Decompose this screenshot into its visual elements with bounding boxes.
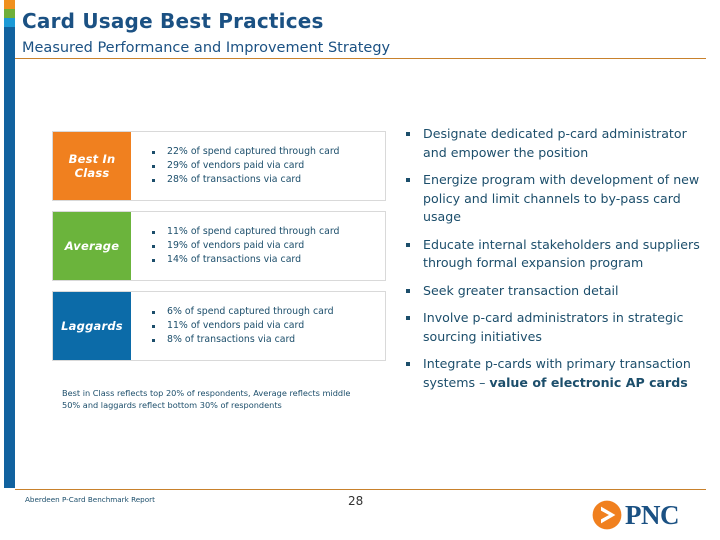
metric-item: 19% of vendors paid via card (145, 239, 385, 253)
table-row: Laggards 6% of spend captured through ca… (52, 291, 386, 361)
pnc-arrow-icon (592, 500, 622, 530)
table-footnote: Best in Class reflects top 20% of respon… (62, 388, 351, 410)
row-label-line2: Class (74, 166, 110, 180)
row-metrics-average: 11% of spend captured through card 19% o… (131, 212, 385, 280)
accent-segment-green (4, 9, 15, 18)
metric-item: 22% of spend captured through card (145, 145, 385, 159)
source-citation: Aberdeen P-Card Benchmark Report (25, 495, 155, 504)
accent-segment-cyan (4, 18, 15, 27)
table-row: Average 11% of spend captured through ca… (52, 211, 386, 281)
row-label-average: Average (53, 212, 131, 280)
metric-item: 8% of transactions via card (145, 333, 385, 347)
metric-item: 11% of vendors paid via card (145, 319, 385, 333)
metric-item: 28% of transactions via card (145, 173, 385, 187)
row-label-line1: Laggards (61, 318, 123, 333)
slide-subtitle: Measured Performance and Improvement Str… (22, 40, 391, 56)
page-number: 28 (348, 494, 364, 508)
recommendation-item: Energize program with development of new… (400, 171, 700, 227)
row-metrics-best-in-class: 22% of spend captured through card 29% o… (131, 132, 385, 200)
row-label-best-in-class: Best In Class (53, 132, 131, 200)
row-label-laggards: Laggards (53, 292, 131, 360)
pnc-logo: PNC (592, 500, 680, 530)
slide-title: Card Usage Best Practices (22, 9, 324, 33)
slide-canvas: Card Usage Best Practices Measured Perfo… (0, 0, 720, 540)
pnc-wordmark: PNC (625, 500, 680, 530)
accent-segment-blue (4, 27, 15, 488)
row-label-line1: Best In (68, 151, 116, 166)
table-row: Best In Class 22% of spend captured thro… (52, 131, 386, 201)
row-metrics-laggards: 6% of spend captured through card 11% of… (131, 292, 385, 360)
metric-item: 6% of spend captured through card (145, 305, 385, 319)
metric-item: 14% of transactions via card (145, 253, 385, 267)
recommendation-emphasis: value of electronic AP cards (489, 374, 688, 390)
left-accent-bar (4, 0, 15, 488)
header-divider (15, 58, 706, 59)
recommendation-item: Educate internal stakeholders and suppli… (400, 236, 700, 273)
recommendation-item: Designate dedicated p-card administrator… (400, 125, 700, 162)
performance-table: Best In Class 22% of spend captured thro… (52, 131, 386, 371)
recommendation-item: Seek greater transaction detail (400, 282, 700, 301)
recommendation-item: Integrate p-cards with primary transacti… (400, 355, 700, 392)
metric-item: 11% of spend captured through card (145, 225, 385, 239)
recommendation-item: Involve p-card administrators in strateg… (400, 309, 700, 346)
metric-item: 29% of vendors paid via card (145, 159, 385, 173)
row-label-line1: Average (64, 238, 120, 253)
accent-segment-orange (4, 0, 15, 9)
footer-divider (15, 489, 706, 490)
recommendations-list: Designate dedicated p-card administrator… (400, 125, 700, 401)
